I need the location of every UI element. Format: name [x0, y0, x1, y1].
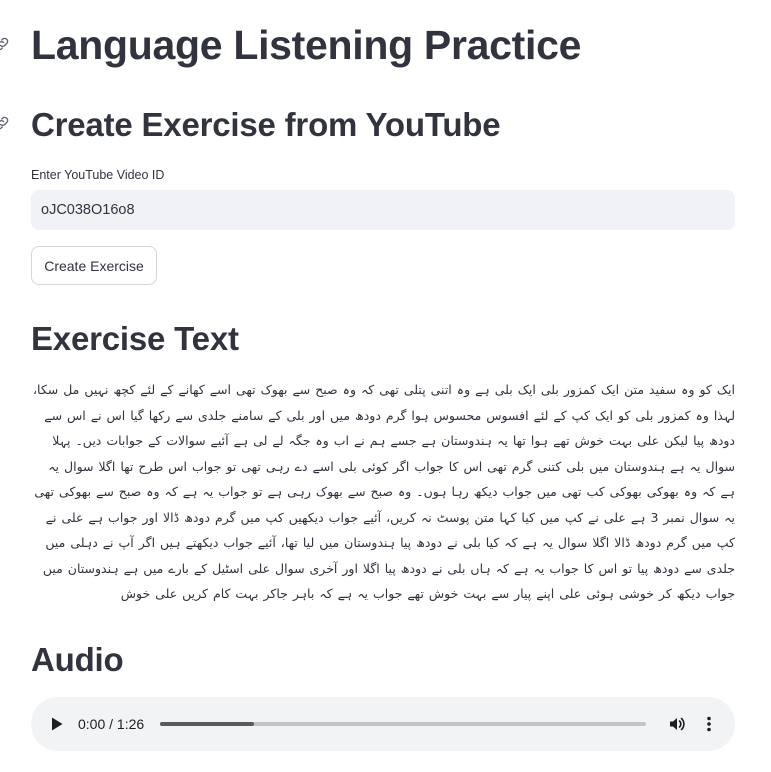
app-page: Language Listening Practice Create Exerc… [0, 0, 771, 772]
exercise-text-body: ایک کو وہ سفید متن ایک کمزور بلی ایک بلی… [33, 382, 735, 601]
audio-progress-slider[interactable] [160, 722, 646, 726]
audio-buffered-bar [160, 722, 255, 726]
create-exercise-button[interactable]: Create Exercise [31, 246, 157, 285]
audio-time-display: 0:00 / 1:26 [78, 716, 145, 732]
audio-heading: Audio [31, 641, 124, 678]
exercise-text-heading: Exercise Text [31, 320, 239, 357]
video-id-label: Enter YouTube Video ID [31, 168, 165, 182]
audio-player: 0:00 / 1:26 [31, 697, 735, 751]
volume-icon[interactable] [667, 714, 687, 734]
page-title: Language Listening Practice [31, 22, 582, 68]
create-exercise-heading: Create Exercise from YouTube [31, 106, 501, 143]
create-heading-link-icon[interactable] [0, 115, 10, 131]
more-options-icon[interactable] [701, 714, 717, 734]
video-id-input[interactable] [31, 190, 735, 230]
title-link-icon[interactable] [0, 36, 10, 52]
play-icon[interactable] [49, 715, 65, 733]
